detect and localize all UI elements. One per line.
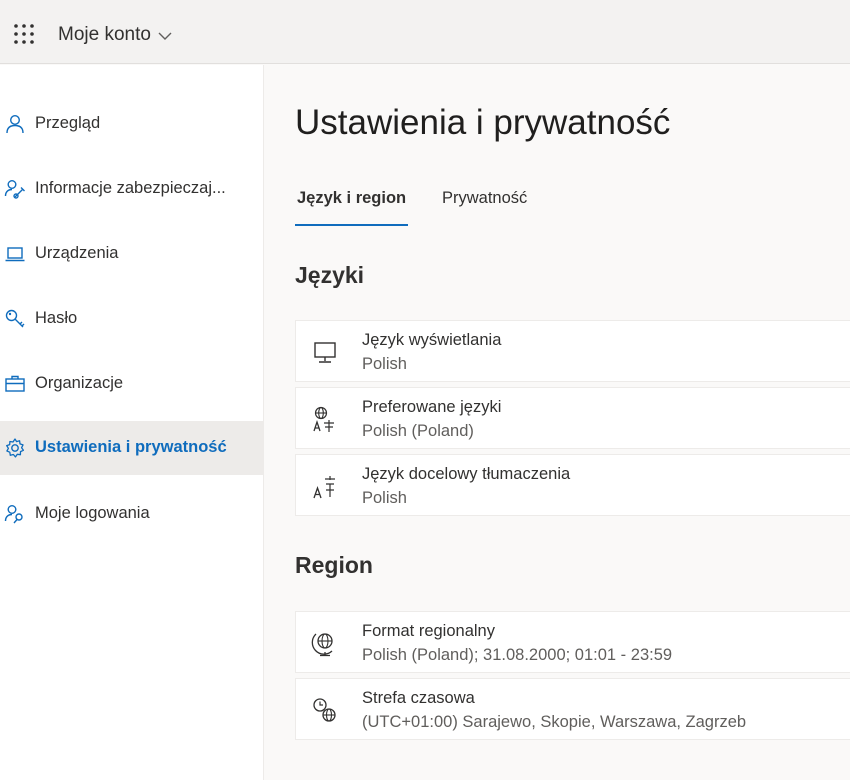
setting-value: Polish: [362, 489, 407, 507]
setting-title: Język wyświetlania: [362, 331, 502, 349]
app-title: Moje konto: [58, 24, 151, 45]
translate-icon: [310, 471, 340, 501]
laptop-icon: [4, 243, 26, 265]
sidebar-item-overview[interactable]: Przegląd: [0, 97, 264, 151]
sidebar-item-devices[interactable]: Urządzenia: [0, 227, 264, 281]
setting-value: Polish: [362, 355, 407, 373]
sidebar-item-label: Organizacje: [35, 374, 124, 392]
app-launcher-icon[interactable]: [10, 21, 40, 47]
section-title-region: Region: [295, 552, 373, 578]
monitor-icon: [310, 337, 340, 367]
key-icon: [4, 308, 26, 330]
sidebar-nav: Przegląd Informacje zabezpieczaj... Urzą…: [0, 65, 264, 780]
sidebar-item-label: Moje logowania: [35, 504, 150, 522]
setting-display-language[interactable]: Język wyświetlania Polish: [295, 320, 850, 382]
setting-value: Polish (Poland); 31.08.2000; 01:01 - 23:…: [362, 646, 673, 664]
chevron-down-icon: [157, 28, 173, 42]
sidebar-item-label: Przegląd: [35, 114, 101, 132]
person-key-icon: [4, 178, 26, 200]
tab-language-region[interactable]: Język i region: [297, 189, 406, 208]
top-bar: Moje konto: [0, 0, 850, 64]
setting-title: Strefa czasowa: [362, 689, 475, 707]
page-title: Ustawienia i prywatność: [295, 103, 671, 142]
setting-regional-format[interactable]: Format regionalny Polish (Poland); 31.08…: [295, 611, 850, 673]
sidebar-item-security-info[interactable]: Informacje zabezpieczaj...: [0, 162, 264, 216]
setting-time-zone[interactable]: Strefa czasowa (UTC+01:00) Sarajewo, Sko…: [295, 678, 850, 740]
sidebar-item-password[interactable]: Hasło: [0, 292, 264, 346]
setting-translation-target-language[interactable]: Język docelowy tłumaczenia Polish: [295, 454, 850, 516]
setting-preferred-languages[interactable]: Preferowane języki Polish (Poland): [295, 387, 850, 449]
briefcase-icon: [4, 373, 26, 395]
main-content: Ustawienia i prywatność Język i region P…: [265, 65, 850, 780]
setting-title: Język docelowy tłumaczenia: [362, 465, 571, 483]
account-menu[interactable]: Moje konto: [58, 24, 173, 46]
setting-title: Preferowane języki: [362, 398, 502, 416]
clock-globe-icon: [310, 695, 340, 725]
sidebar-item-label: Urządzenia: [35, 244, 119, 262]
person-key-icon: [4, 503, 26, 525]
sidebar-item-label: Hasło: [35, 309, 78, 327]
globe-stand-icon: [310, 628, 340, 658]
gear-icon: [4, 437, 26, 459]
setting-title: Format regionalny: [362, 622, 495, 640]
sidebar-item-organizations[interactable]: Organizacje: [0, 357, 264, 411]
setting-value: (UTC+01:00) Sarajewo, Skopie, Warszawa, …: [362, 713, 747, 731]
sidebar-item-my-signins[interactable]: Moje logowania: [0, 487, 264, 541]
active-tab-indicator: [295, 224, 408, 226]
sidebar-item-label: Informacje zabezpieczaj...: [35, 179, 226, 197]
person-icon: [4, 113, 26, 135]
tab-privacy[interactable]: Prywatność: [442, 189, 527, 208]
globe-language-icon: [310, 404, 340, 434]
section-title-languages: Języki: [295, 262, 365, 288]
sidebar-item-label: Ustawienia i prywatność: [35, 438, 227, 456]
setting-value: Polish (Poland): [362, 422, 474, 440]
sidebar-item-settings-privacy[interactable]: Ustawienia i prywatność: [0, 421, 264, 475]
